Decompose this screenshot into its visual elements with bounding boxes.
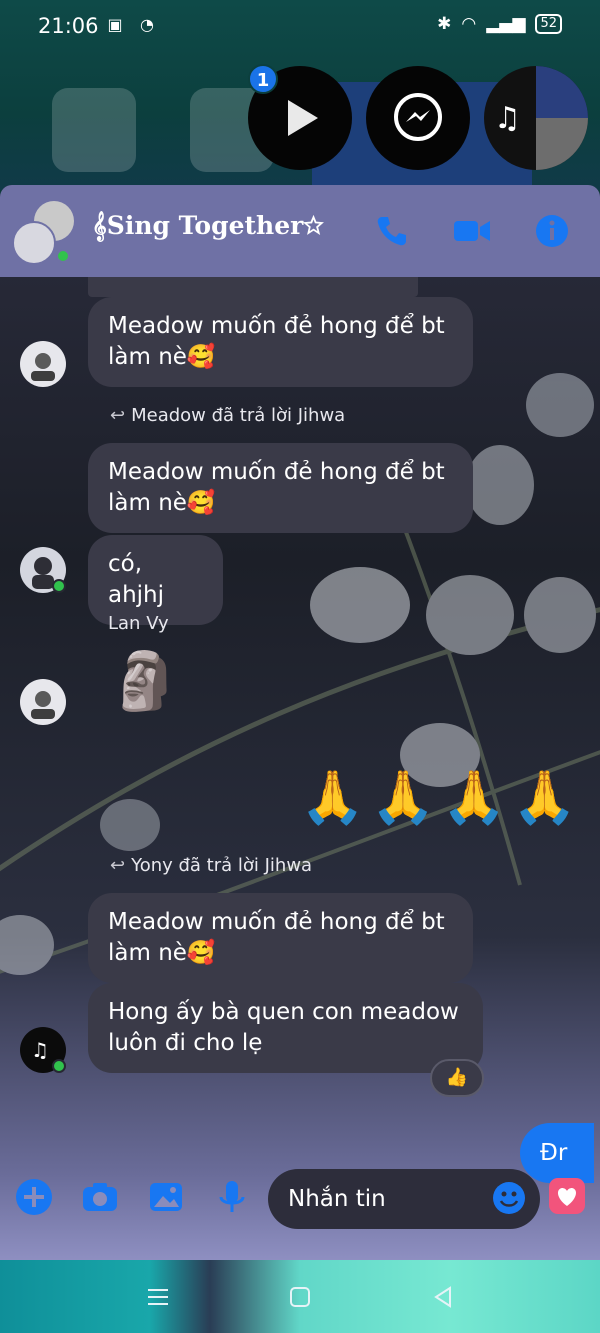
bluetooth-icon: ✱	[437, 14, 452, 34]
reply-context-text: Yony đã trả lời Jihwa	[131, 855, 313, 876]
status-bar: 21:06 ▣ ◔ ✱ ◠ ▂▄▆ 52	[0, 0, 600, 56]
play-icon	[288, 100, 318, 136]
group-chat-bubble-head[interactable]: ♫	[484, 66, 588, 170]
group-avatar[interactable]	[12, 201, 76, 265]
online-indicator	[56, 249, 70, 263]
message-bubble[interactable]: Hong ấy bà quen con meadow luôn đi cho l…	[88, 983, 483, 1073]
avatar[interactable]: ♫	[20, 1027, 66, 1073]
svg-text:♫: ♫	[494, 101, 521, 136]
avatar	[12, 221, 56, 265]
reply-arrow-icon: ↩	[110, 855, 126, 876]
battery-icon: 52	[535, 14, 562, 34]
chat-header: 𝄞Sing Together☆	[0, 185, 600, 277]
emoji-icon[interactable]	[492, 1181, 526, 1215]
notification-badge: 1	[248, 64, 278, 94]
message-list[interactable]: Meadow muốn đẻ hong để bt làm nè🥰 ↩ Meado…	[0, 277, 600, 1183]
media-notification-icon: ▣	[107, 15, 123, 34]
microphone-icon[interactable]	[212, 1177, 252, 1217]
reply-context: ↩ Yony đã trả lời Jihwa	[110, 855, 312, 876]
group-avatar-icon: ♫	[494, 66, 588, 170]
messenger-bubble-head[interactable]	[366, 66, 470, 170]
message-bubble[interactable]	[88, 277, 418, 297]
message-bubble[interactable]: Meadow muốn đẻ hong để bt làm nè🥰	[88, 297, 473, 387]
system-navigation-bar	[0, 1260, 600, 1333]
app-folder[interactable]	[52, 88, 136, 172]
messenger-icon	[394, 93, 442, 141]
reply-arrow-icon: ↩	[110, 405, 126, 426]
app-notification-icon: ◔	[140, 15, 154, 34]
status-notification-icons: ▣ ◔	[104, 14, 158, 36]
status-time: 21:06	[38, 14, 99, 38]
phone-icon[interactable]	[374, 213, 410, 249]
signal-icon: ▂▄▆	[486, 14, 526, 34]
home-icon[interactable]	[287, 1284, 313, 1310]
message-bubble[interactable]: Meadow muốn đẻ hong để bt làm nè🥰	[88, 893, 473, 983]
reaction-badge[interactable]: 👍	[430, 1059, 484, 1097]
message-emoji[interactable]: 🙏🙏🙏🙏	[300, 765, 583, 831]
avatar[interactable]	[20, 341, 66, 387]
online-indicator	[52, 1059, 66, 1073]
menu-icon[interactable]	[145, 1284, 171, 1310]
video-call-icon[interactable]	[452, 213, 490, 249]
image-icon[interactable]	[146, 1177, 186, 1217]
svg-text:♫: ♫	[31, 1038, 49, 1062]
message-bubble[interactable]: Meadow muốn đẻ hong để bt làm nè🥰	[88, 443, 473, 533]
sticker[interactable]: 🗿	[110, 647, 180, 717]
avatar[interactable]	[20, 679, 66, 725]
wifi-icon: ◠	[461, 14, 477, 34]
online-indicator	[52, 579, 66, 593]
reply-context-text: Meadow đã trả lời Jihwa	[131, 405, 346, 426]
chat-title[interactable]: 𝄞Sing Together☆	[92, 211, 324, 241]
sender-name: Lan Vy	[108, 613, 169, 634]
chat-window: 𝄞Sing Together☆ Meadow muốn đẻ hong để b…	[0, 185, 600, 1260]
plus-icon[interactable]	[14, 1177, 54, 1217]
back-icon[interactable]	[430, 1284, 456, 1310]
reply-context: ↩ Meadow đã trả lời Jihwa	[110, 405, 345, 426]
info-icon[interactable]	[534, 213, 570, 249]
message-bubble[interactable]: có, ahjhj	[88, 535, 223, 625]
camera-icon[interactable]	[80, 1177, 120, 1217]
heart-icon[interactable]	[548, 1177, 586, 1215]
composer: Nhắn tin	[0, 1165, 600, 1260]
avatar[interactable]	[20, 547, 66, 593]
status-indicators: ✱ ◠ ▂▄▆ 52	[437, 14, 562, 34]
